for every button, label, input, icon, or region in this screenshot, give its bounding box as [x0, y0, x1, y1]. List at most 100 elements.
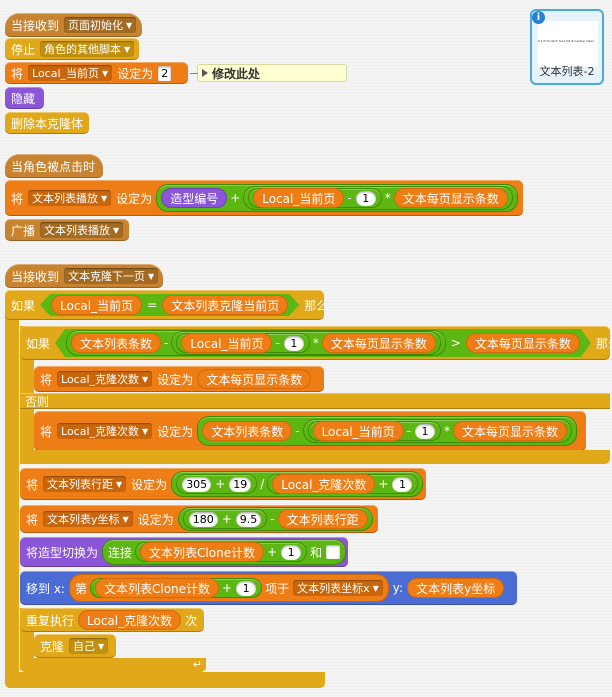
switch-costume-label: 将造型切换为 [26, 545, 99, 560]
hat-when-clicked[interactable]: 当角色被点击时 [5, 154, 103, 178]
plus-operator-2[interactable]: Local_克隆次数 + 1 [268, 475, 418, 493]
sprite-thumbnail[interactable]: 0 1/3 Scratch text list #number label i … [530, 9, 604, 85]
equals-operator[interactable]: Local_当前页 = 文本列表克隆当前页 [40, 294, 299, 316]
var-dropdown[interactable]: 文本列表y坐标 ▼ [43, 511, 133, 527]
minus-operator-inner[interactable]: Local_当前页 - 1 [308, 422, 441, 440]
per-page-reporter[interactable]: 文本每页显示条数 [198, 370, 311, 388]
times-sign: * [444, 424, 451, 438]
var-dropdown[interactable]: Local_克隆次数 ▼ [57, 423, 153, 439]
minus-operator[interactable]: 180 + 9.5 - 文本列表行距 [178, 508, 372, 530]
minus-operator[interactable]: 文本列表条数 - Local_当前页 - 1 * 文本每页显示条数 [198, 417, 577, 445]
greater-operator[interactable]: 文本列表条数 - Local_当前页 - 1 * 文本每页显示条数 > 文本每页… [55, 329, 591, 357]
broadcast-block[interactable]: 广播 文本列表播放 ▼ [5, 219, 129, 241]
var-dropdown[interactable]: Local_当前页 ▼ [28, 65, 113, 81]
info-icon[interactable]: i [532, 11, 545, 24]
plus-sign: + [267, 545, 278, 559]
message-dropdown[interactable]: 页面初始化 ▼ [64, 17, 137, 33]
local-page-reporter[interactable]: Local_当前页 [52, 296, 141, 314]
local-page-reporter[interactable]: Local_当前页 [254, 189, 344, 207]
times-operator[interactable]: Local_当前页 - 1 * 文本每页显示条数 [244, 187, 512, 209]
minus-operator-inner[interactable]: Local_当前页 - 1 [177, 334, 308, 352]
local-page-reporter[interactable]: Local_当前页 [313, 422, 403, 440]
clone-page-reporter[interactable]: 文本列表克隆当前页 [163, 296, 287, 314]
number-input[interactable]: 19 [229, 476, 252, 492]
plus-operator[interactable]: 文本列表Clone计数 + 1 [90, 579, 262, 597]
plus-operator[interactable]: 文本列表Clone计数 + 1 [136, 543, 307, 561]
delete-clone-block[interactable]: 删除本克隆体 [5, 112, 89, 134]
hat-label: 当接收到 [11, 269, 60, 284]
clone-index-reporter[interactable]: 文本列表Clone计数 [95, 579, 219, 597]
number-input[interactable]: 1 [415, 423, 436, 439]
list-count-reporter[interactable]: 文本列表条数 [72, 334, 160, 352]
local-page-reporter[interactable]: Local_当前页 [182, 334, 271, 352]
number-input[interactable]: 305 [182, 476, 212, 492]
number-input[interactable]: 180 [188, 511, 218, 527]
minus-operator[interactable]: Local_当前页 - 1 [249, 189, 381, 207]
broadcast-dropdown[interactable]: 文本列表播放 ▼ [40, 222, 124, 238]
hide-block[interactable]: 隐藏 [5, 87, 44, 109]
times-operator[interactable]: Local_当前页 - 1 * 文本每页显示条数 [172, 332, 439, 354]
clone-index-reporter[interactable]: 文本列表Clone计数 [141, 543, 264, 561]
minus-sign: - [275, 336, 280, 350]
number-input[interactable]: 1 [236, 580, 257, 596]
var-dropdown[interactable]: Local_克隆次数 ▼ [57, 371, 153, 387]
clone-count-reporter[interactable]: Local_克隆次数 [273, 475, 375, 493]
chevron-down-icon: ▼ [148, 271, 155, 281]
text-input[interactable] [326, 545, 341, 559]
plus-operator[interactable]: 305 + 19 [177, 475, 257, 493]
set-clone-count-else-block[interactable]: 将 Local_克隆次数 ▼ 设定为 文本列表条数 - Local_当前页 - 1… [34, 411, 586, 451]
hat-when-receive-init[interactable]: 当接收到 页面初始化 ▼ [5, 13, 142, 37]
ycoord-reporter[interactable]: 文本列表y坐标 [408, 579, 504, 597]
number-input[interactable]: 9.5 [235, 511, 262, 527]
comment-note[interactable]: 修改此处 [190, 64, 347, 82]
set-var-block[interactable]: 将 Local_当前页 ▼ 设定为 2 [5, 62, 188, 84]
delete-clone-label: 删除本克隆体 [11, 116, 84, 131]
costume-number-reporter[interactable]: 造型编号 [162, 189, 227, 207]
value-input[interactable]: 2 [158, 65, 172, 81]
list-dropdown[interactable]: 文本列表坐标x ▼ [293, 580, 383, 596]
repeat-bottom: ↵ [20, 658, 206, 672]
chevron-down-icon: ▼ [372, 583, 379, 593]
number-input[interactable]: 1 [281, 544, 302, 560]
outer-if-block[interactable]: 如果 Local_当前页 = 文本列表克隆当前页 那么 [5, 290, 328, 320]
item-of-list[interactable]: 第 文本列表Clone计数 + 1 项于 文本列表坐标x ▼ [69, 575, 388, 601]
clone-target-dropdown[interactable]: 自己 ▼ [69, 638, 109, 654]
join-operator[interactable]: 连接 文本列表Clone计数 + 1 和 [103, 540, 346, 564]
stop-option-dropdown[interactable]: 角色的其他脚本 ▼ [40, 41, 135, 57]
then-label: 那么 [595, 336, 612, 351]
number-input[interactable]: 1 [284, 336, 304, 351]
row-gap-reporter[interactable]: 文本列表行距 [278, 510, 367, 528]
var-dropdown[interactable]: 文本列表播放 ▼ [28, 190, 112, 206]
switch-costume-block[interactable]: 将造型切换为 连接 文本列表Clone计数 + 1 和 [20, 537, 348, 567]
per-page-reporter[interactable]: 文本每页显示条数 [454, 422, 567, 440]
goto-xy-block[interactable]: 移到 x: 第 文本列表Clone计数 + 1 项于 文本列表坐标x ▼ y: 文… [20, 571, 517, 605]
divide-operator[interactable]: 305 + 19 / Local_克隆次数 + 1 [172, 472, 423, 496]
list-count-reporter[interactable]: 文本列表条数 [203, 422, 292, 440]
set-clone-count-block[interactable]: 将 Local_克隆次数 ▼ 设定为 文本每页显示条数 [34, 366, 324, 392]
chevron-down-icon: ▼ [126, 20, 133, 30]
message-dropdown[interactable]: 文本克隆下一页 ▼ [64, 268, 159, 284]
outer-if-arm [5, 290, 19, 688]
per-page-reporter[interactable]: 文本每页显示条数 [394, 189, 507, 207]
divide-sign: / [260, 477, 265, 491]
per-page-reporter-2[interactable]: 文本每页显示条数 [467, 334, 579, 352]
set-ycoord-block[interactable]: 将 文本列表y坐标 ▼ 设定为 180 + 9.5 - 文本列表行距 [20, 505, 378, 533]
repeat-block[interactable]: 重复执行 Local_克隆次数 次 [20, 608, 204, 632]
sprite-image: 0 1/3 Scratch text list #number label [538, 21, 598, 67]
stop-block[interactable]: 停止 角色的其他脚本 ▼ [5, 38, 139, 60]
set-row-gap-block[interactable]: 将 文本列表行距 ▼ 设定为 305 + 19 / Local_克隆次数 + 1 [20, 468, 426, 500]
number-input[interactable]: 1 [392, 476, 413, 492]
hat-when-receive-next[interactable]: 当接收到 文本克隆下一页 ▼ [5, 264, 163, 288]
times-operator[interactable]: Local_当前页 - 1 * 文本每页显示条数 [303, 420, 572, 442]
var-dropdown[interactable]: 文本列表行距 ▼ [43, 476, 127, 492]
per-page-reporter[interactable]: 文本每页显示条数 [323, 334, 435, 352]
clone-count-reporter[interactable]: Local_克隆次数 [79, 611, 181, 629]
inner-if-block[interactable]: 如果 文本列表条数 - Local_当前页 - 1 * 文本每页显示条数 > 文… [20, 326, 612, 360]
minus-operator[interactable]: 文本列表条数 - Local_当前页 - 1 * 文本每页显示条数 [67, 331, 445, 355]
number-input[interactable]: 1 [355, 190, 376, 206]
set-play-block[interactable]: 将 文本列表播放 ▼ 设定为 造型编号 + Local_当前页 - 1 * 文本每… [5, 180, 523, 216]
if-label: 如果 [26, 336, 51, 351]
plus-operator[interactable]: 造型编号 + Local_当前页 - 1 * 文本每页显示条数 [157, 185, 517, 211]
create-clone-block[interactable]: 克隆 自己 ▼ [34, 634, 116, 658]
plus-operator[interactable]: 180 + 9.5 [183, 510, 267, 528]
